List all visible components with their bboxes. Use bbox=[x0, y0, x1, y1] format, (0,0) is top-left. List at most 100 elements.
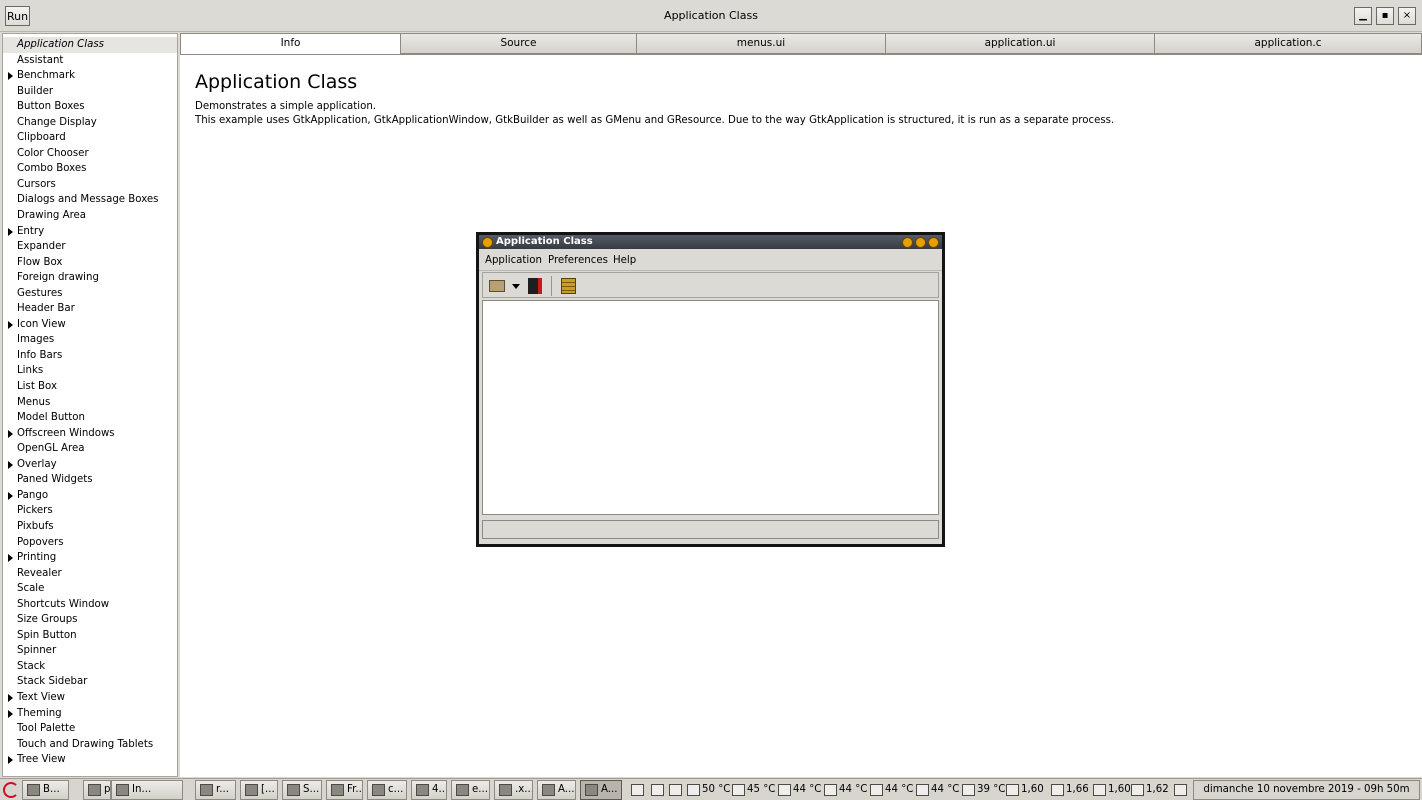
folder-open-icon[interactable] bbox=[489, 280, 505, 292]
maximize-button[interactable]: ▪ bbox=[1376, 7, 1394, 25]
sidebar-item[interactable]: Benchmark bbox=[3, 68, 177, 84]
sidebar-item[interactable]: Expander bbox=[3, 239, 177, 255]
tray-item[interactable]: 45 °C bbox=[731, 780, 775, 800]
sidebar-item[interactable]: Button Boxes bbox=[3, 99, 177, 115]
tab-application-ui[interactable]: application.ui bbox=[886, 33, 1155, 54]
sidebar-item[interactable]: Stack bbox=[3, 659, 177, 675]
sidebar-item[interactable]: Assistant bbox=[3, 53, 177, 69]
taskbar-button[interactable]: S... bbox=[282, 780, 322, 800]
app-minimize-icon[interactable] bbox=[902, 237, 913, 248]
taskbar-button[interactable]: p... bbox=[83, 780, 111, 800]
tray-item[interactable]: 44 °C bbox=[823, 780, 867, 800]
sidebar-item[interactable]: Menus bbox=[3, 395, 177, 411]
expander-arrow-icon[interactable] bbox=[8, 491, 13, 500]
expander-arrow-icon[interactable] bbox=[8, 460, 13, 469]
expander-arrow-icon[interactable] bbox=[8, 320, 13, 329]
sidebar-item[interactable]: Gestures bbox=[3, 286, 177, 302]
app-window-titlebar[interactable]: Application Class bbox=[479, 235, 942, 249]
sidebar-item[interactable]: Clipboard bbox=[3, 130, 177, 146]
sidebar-item[interactable]: Spinner bbox=[3, 643, 177, 659]
taskbar-button[interactable]: A... bbox=[537, 780, 576, 800]
sidebar-item[interactable]: Pickers bbox=[3, 503, 177, 519]
app-maximize-icon[interactable] bbox=[915, 237, 926, 248]
taskbar-button[interactable]: Fr... bbox=[326, 780, 363, 800]
sidebar-item[interactable]: Overlay bbox=[3, 457, 177, 473]
sidebar-item[interactable]: Size Groups bbox=[3, 612, 177, 628]
tray-item[interactable]: 44 °C bbox=[915, 780, 959, 800]
sidebar-item[interactable]: Spin Button bbox=[3, 628, 177, 644]
sidebar-item[interactable]: Pango bbox=[3, 488, 177, 504]
sidebar-item[interactable]: OpenGL Area bbox=[3, 441, 177, 457]
sidebar-item[interactable]: Pixbufs bbox=[3, 519, 177, 535]
debian-menu-icon[interactable] bbox=[3, 782, 19, 798]
sidebar-item[interactable]: Combo Boxes bbox=[3, 161, 177, 177]
tab-menus-ui[interactable]: menus.ui bbox=[637, 33, 886, 54]
sidebar-item[interactable]: Icon View bbox=[3, 317, 177, 333]
sidebar-item[interactable]: Model Button bbox=[3, 410, 177, 426]
taskbar-button[interactable]: e... bbox=[451, 780, 490, 800]
sidebar-item[interactable]: Shortcuts Window bbox=[3, 597, 177, 613]
expander-arrow-icon[interactable] bbox=[8, 72, 13, 81]
taskbar-button[interactable]: r... bbox=[195, 780, 236, 800]
application-class-window[interactable]: Application Class Application Preference… bbox=[476, 232, 945, 547]
tray-item[interactable]: 1,62 bbox=[1130, 780, 1169, 800]
app-close-icon[interactable] bbox=[928, 237, 939, 248]
menu-application[interactable]: Application bbox=[485, 255, 542, 266]
sidebar-item[interactable]: Tool Palette bbox=[3, 721, 177, 737]
sidebar-item[interactable]: Cursors bbox=[3, 177, 177, 193]
tray-item[interactable] bbox=[630, 780, 646, 800]
taskbar-button[interactable]: In... bbox=[111, 780, 183, 800]
sidebar-item[interactable]: Images bbox=[3, 332, 177, 348]
sidebar-item[interactable]: Foreign drawing bbox=[3, 270, 177, 286]
taskbar-button[interactable]: c... bbox=[367, 780, 407, 800]
sidebar-item[interactable]: Entry bbox=[3, 224, 177, 240]
sidebar-item[interactable]: Change Display bbox=[3, 115, 177, 131]
sidebar-item[interactable]: Popovers bbox=[3, 535, 177, 551]
menu-preferences[interactable]: Preferences bbox=[548, 255, 608, 266]
sidebar-item[interactable]: Flow Box bbox=[3, 255, 177, 271]
tray-item[interactable]: 1,60 bbox=[1005, 780, 1044, 800]
window-menu-icon[interactable] bbox=[482, 237, 493, 248]
expander-arrow-icon[interactable] bbox=[8, 709, 13, 718]
app-text-view[interactable] bbox=[482, 300, 939, 515]
sidebar-item[interactable]: Drawing Area bbox=[3, 208, 177, 224]
sidebar-item[interactable]: Color Chooser bbox=[3, 146, 177, 162]
tray-item[interactable]: 39 °C bbox=[961, 780, 1005, 800]
sidebar-item[interactable]: Header Bar bbox=[3, 301, 177, 317]
tray-item[interactable] bbox=[1173, 780, 1189, 800]
sidebar-item[interactable]: Application Class bbox=[3, 37, 177, 53]
tray-item[interactable] bbox=[668, 780, 684, 800]
sidebar-item[interactable]: Revealer bbox=[3, 566, 177, 582]
expander-arrow-icon[interactable] bbox=[8, 227, 13, 236]
quit-icon[interactable] bbox=[528, 278, 542, 294]
dropdown-arrow-icon[interactable] bbox=[512, 284, 520, 289]
sidebar-item[interactable]: Touch and Drawing Tablets bbox=[3, 737, 177, 753]
taskbar-button[interactable]: B... bbox=[22, 780, 69, 800]
tray-item[interactable]: 1,66 bbox=[1050, 780, 1089, 800]
sidebar-item[interactable]: Links bbox=[3, 363, 177, 379]
sidebar-item[interactable]: Builder bbox=[3, 84, 177, 100]
expander-arrow-icon[interactable] bbox=[8, 429, 13, 438]
preferences-icon[interactable] bbox=[561, 278, 576, 294]
sidebar-item[interactable]: Text View bbox=[3, 690, 177, 706]
close-button[interactable]: × bbox=[1398, 7, 1416, 25]
sidebar-item[interactable]: Paned Widgets bbox=[3, 472, 177, 488]
expander-arrow-icon[interactable] bbox=[8, 693, 13, 702]
expander-arrow-icon[interactable] bbox=[8, 554, 13, 563]
tray-item[interactable]: 50 °C bbox=[686, 780, 730, 800]
tab-info[interactable]: Info bbox=[180, 33, 401, 55]
tray-item[interactable]: 44 °C bbox=[777, 780, 821, 800]
expander-arrow-icon[interactable] bbox=[8, 756, 13, 765]
sidebar-item[interactable]: Offscreen Windows bbox=[3, 426, 177, 442]
sidebar-item[interactable]: List Box bbox=[3, 379, 177, 395]
taskbar-button[interactable]: .x... bbox=[494, 780, 533, 800]
menu-help[interactable]: Help bbox=[613, 255, 636, 266]
tray-item[interactable]: 44 °C bbox=[869, 780, 913, 800]
sidebar-item[interactable]: Info Bars bbox=[3, 348, 177, 364]
taskbar-button[interactable]: [... bbox=[240, 780, 278, 800]
sidebar-item[interactable]: Printing bbox=[3, 550, 177, 566]
sidebar-item[interactable]: Stack Sidebar bbox=[3, 674, 177, 690]
tray-item[interactable]: 1,60 bbox=[1092, 780, 1131, 800]
tray-item[interactable] bbox=[650, 780, 666, 800]
sidebar-item[interactable]: Theming bbox=[3, 706, 177, 722]
